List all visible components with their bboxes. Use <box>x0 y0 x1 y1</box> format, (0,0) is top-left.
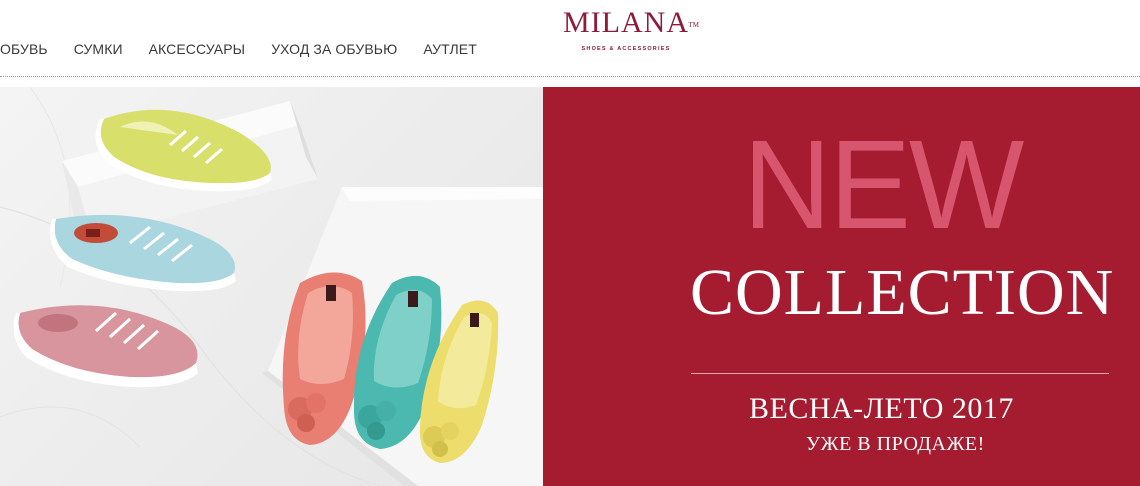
availability-label: УЖЕ В ПРОДАЖЕ! <box>806 433 985 455</box>
logo-trademark: TM <box>688 21 700 29</box>
promo-panel: NEW COLLECTION ВЕСНА-ЛЕТО 2017 УЖЕ В ПРО… <box>543 87 1140 486</box>
logo-wordmark-text: MILANA <box>563 6 689 39</box>
nav-item-bags[interactable]: СУМКИ <box>74 39 123 59</box>
nav-item-accessories[interactable]: АКСЕССУАРЫ <box>149 39 246 59</box>
nav-item-shoes[interactable]: ОБУВЬ <box>0 39 48 59</box>
nav-item-outlet[interactable]: АУТЛЕТ <box>423 39 477 59</box>
season-label: ВЕСНА-ЛЕТО 2017 <box>749 392 1014 425</box>
sneaker-pink <box>13 305 198 388</box>
main-nav: ОБУВЬ СУМКИ АКСЕССУАРЫ УХОД ЗА ОБУВЬЮ АУ… <box>0 39 477 59</box>
promo-divider <box>691 373 1109 374</box>
banner-photo <box>0 87 543 486</box>
headline-collection: COLLECTION <box>690 256 1115 329</box>
site-header: ОБУВЬ СУМКИ АКСЕССУАРЫ УХОД ЗА ОБУВЬЮ АУ… <box>0 0 1140 77</box>
shoes-illustration <box>0 87 543 486</box>
logo-tagline: SHOES & ACCESSORIES <box>581 46 671 52</box>
logo-wordmark: MILANA TM <box>563 6 699 40</box>
headline-new: NEW <box>743 114 1024 255</box>
sneaker-blue <box>50 214 236 292</box>
brand-logo[interactable]: MILANA TM SHOES & ACCESSORIES <box>556 6 699 52</box>
nav-item-shoe-care[interactable]: УХОД ЗА ОБУВЬЮ <box>271 39 397 59</box>
promo-banner[interactable]: NEW COLLECTION ВЕСНА-ЛЕТО 2017 УЖЕ В ПРО… <box>0 87 1140 486</box>
header-divider <box>0 76 1140 77</box>
